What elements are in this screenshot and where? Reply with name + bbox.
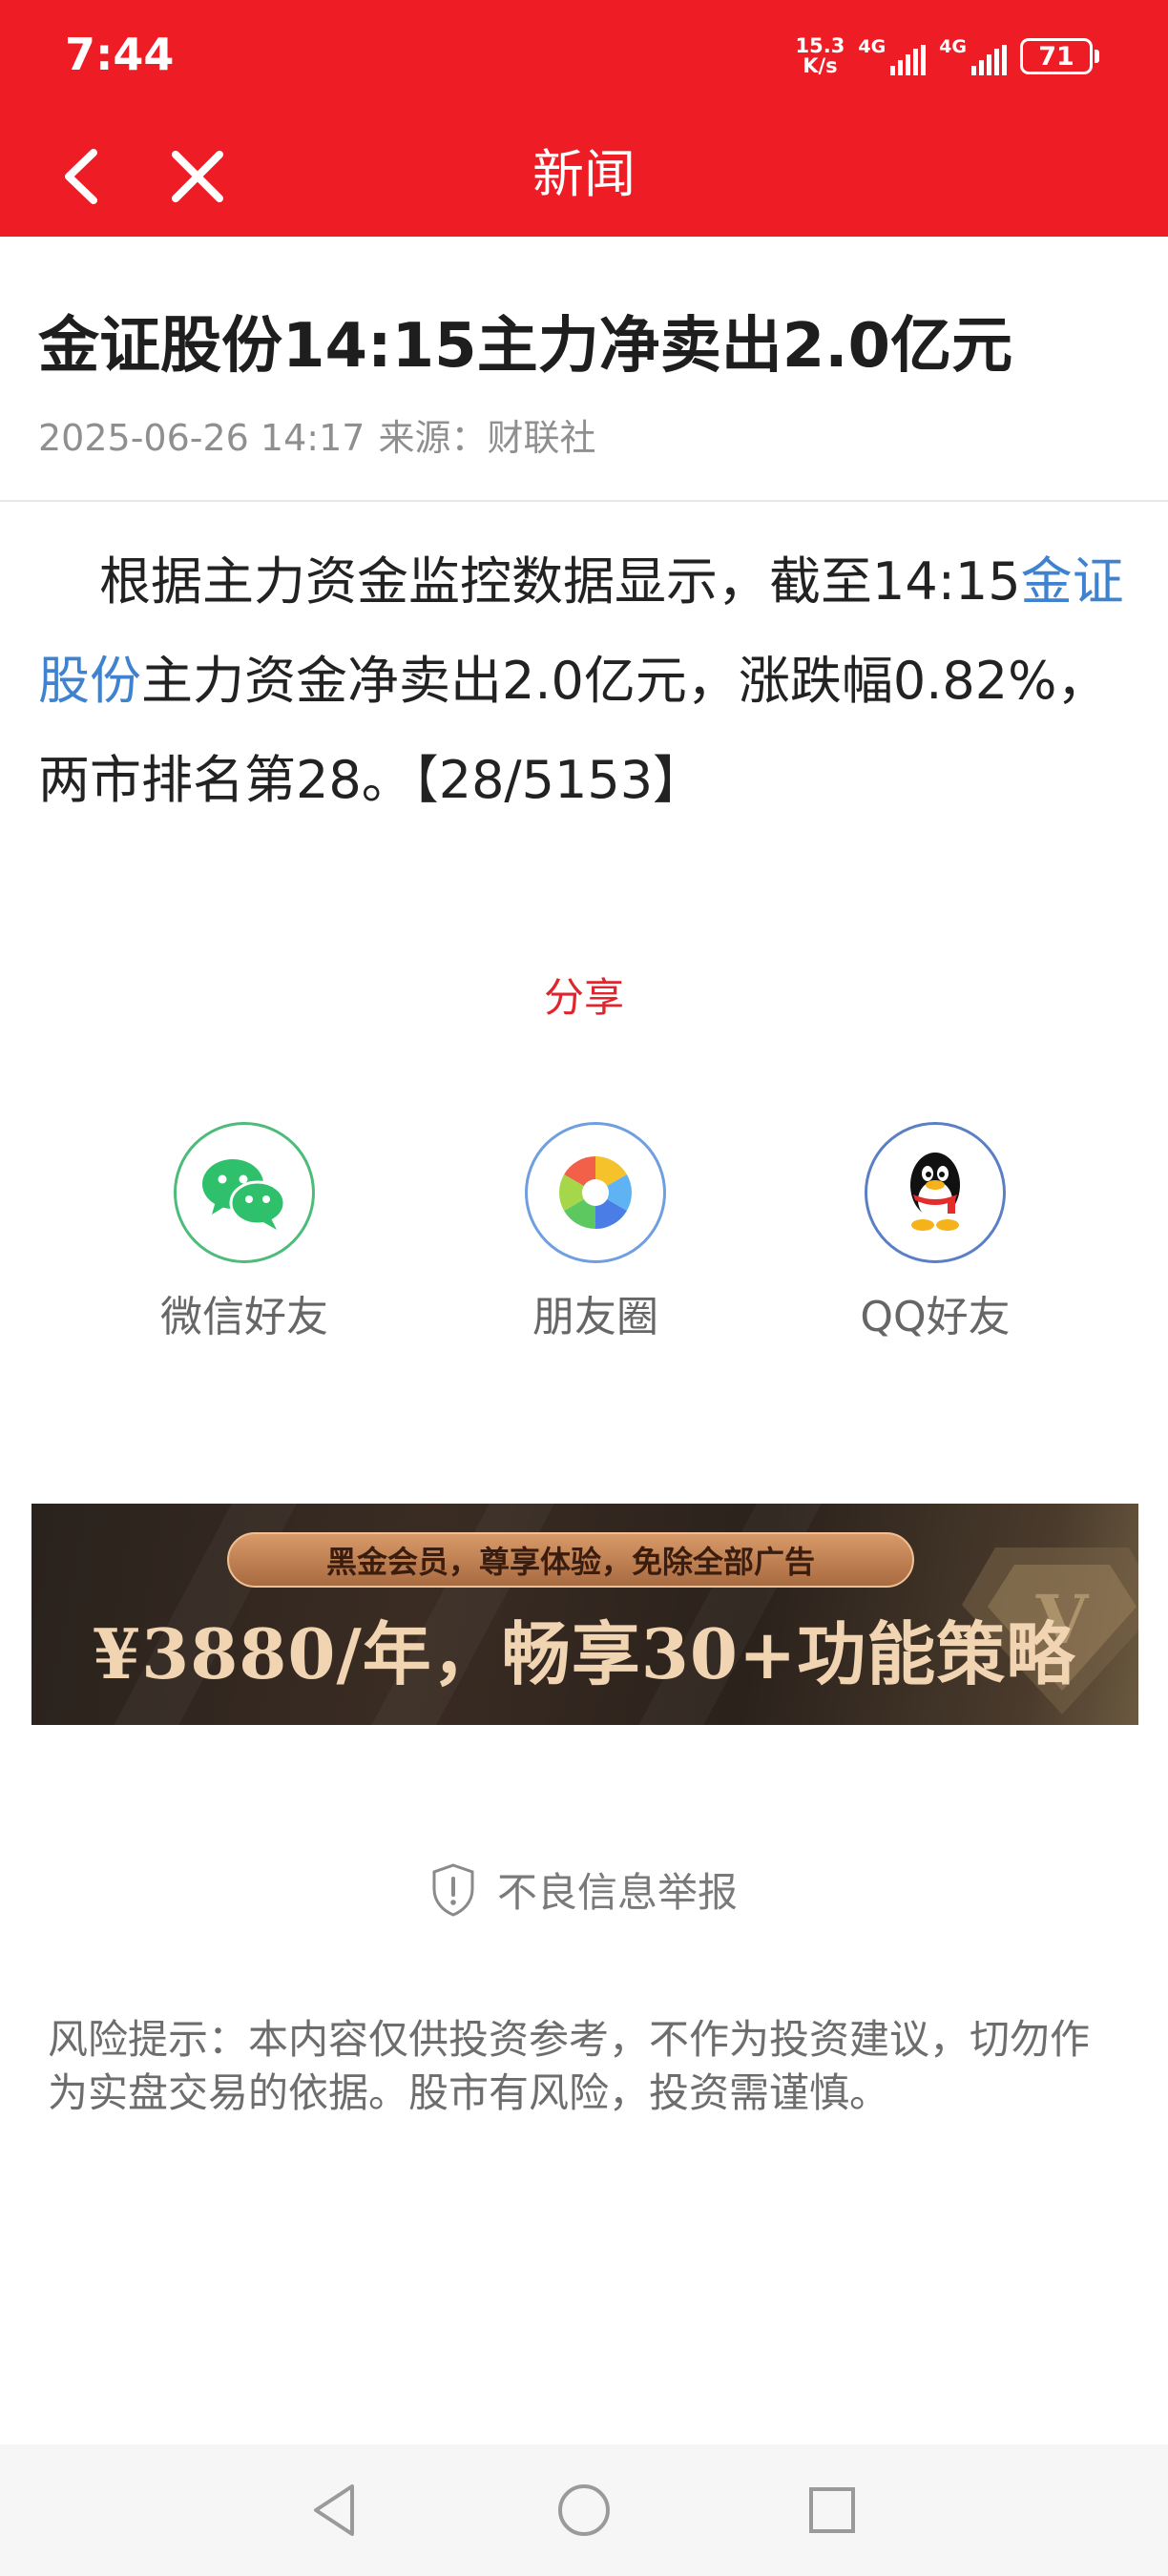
risk-disclaimer: 风险提示：本内容仅供投资参考，不作为投资建议，切勿作为实盘交易的依据。股市有风险…	[48, 2016, 1091, 2116]
report-label: 不良信息举报	[496, 1869, 738, 1916]
banner-offer: ¥3880/年，畅享30+功能策略	[93, 1613, 1076, 1694]
battery-icon: 71	[1020, 38, 1099, 74]
status-time: 7:44	[65, 29, 175, 80]
nav-back-icon[interactable]	[302, 2477, 369, 2544]
share-moments-button[interactable]: 朋友圈	[471, 1122, 720, 1343]
vip-banner[interactable]: V 黑金会员，尊享体验，免除全部广告 ¥3880/年，畅享30+功能策略	[31, 1504, 1138, 1725]
article-body: 根据主力资金监控数据显示，截至14:15金证股份主力资金净卖出2.0亿元，涨跌幅…	[38, 532, 1136, 830]
share-wechat-label: 微信好友	[160, 1293, 328, 1341]
top-bar: 7:44 15.3 K/s 4G 4G 71 新闻	[0, 0, 1168, 237]
network-speed-unit: K/s	[803, 54, 838, 77]
signal-1-label: 4G	[858, 35, 886, 57]
network-speed: 15.3 K/s	[796, 36, 845, 76]
share-moments-label: 朋友圈	[532, 1293, 658, 1341]
qq-icon	[865, 1122, 1006, 1263]
signal-2-label: 4G	[939, 35, 967, 57]
status-bar: 7:44 15.3 K/s 4G 4G 71	[0, 0, 1168, 114]
banner-tagline: 黑金会员，尊享体验，免除全部广告	[227, 1532, 914, 1588]
source-label: 来源：	[378, 417, 488, 459]
article-date: 2025-06-26 14:17	[38, 417, 365, 459]
nav-recents-icon[interactable]	[799, 2477, 866, 2544]
body-rest: 主力资金净卖出2.0亿元，涨跌幅0.82%，两市排名第28。【28/5153】	[38, 651, 1109, 810]
report-link[interactable]: 不良信息举报	[0, 1860, 1168, 1919]
signal-1: 4G	[858, 35, 927, 75]
status-icons: 15.3 K/s 4G 4G 71	[796, 34, 1099, 78]
article-headline: 金证股份14:15主力净卖出2.0亿元	[38, 311, 1013, 382]
divider	[0, 500, 1168, 502]
app-header: 新闻	[0, 114, 1168, 237]
signal-2: 4G	[939, 35, 1007, 75]
share-wechat-button[interactable]: 微信好友	[120, 1122, 368, 1343]
share-title: 分享	[543, 974, 624, 1021]
signal-bars-icon	[971, 44, 1007, 75]
article-meta: 2025-06-26 14:17 来源：财联社	[38, 408, 609, 461]
nav-home-icon[interactable]	[551, 2477, 617, 2544]
battery-level: 71	[1020, 38, 1093, 74]
shield-alert-icon	[432, 1862, 474, 1917]
share-qq-label: QQ好友	[860, 1293, 1011, 1341]
page-title: 新闻	[532, 144, 636, 204]
wechat-icon	[174, 1122, 315, 1263]
signal-bars-icon	[890, 44, 927, 75]
network-speed-value: 15.3	[795, 34, 845, 57]
body-intro: 根据主力资金监控数据显示，截至14:15	[99, 551, 1021, 612]
moments-icon	[525, 1122, 666, 1263]
system-nav-bar	[0, 2444, 1168, 2576]
share-qq-button[interactable]: QQ好友	[811, 1122, 1059, 1343]
article-source: 财联社	[487, 417, 596, 459]
